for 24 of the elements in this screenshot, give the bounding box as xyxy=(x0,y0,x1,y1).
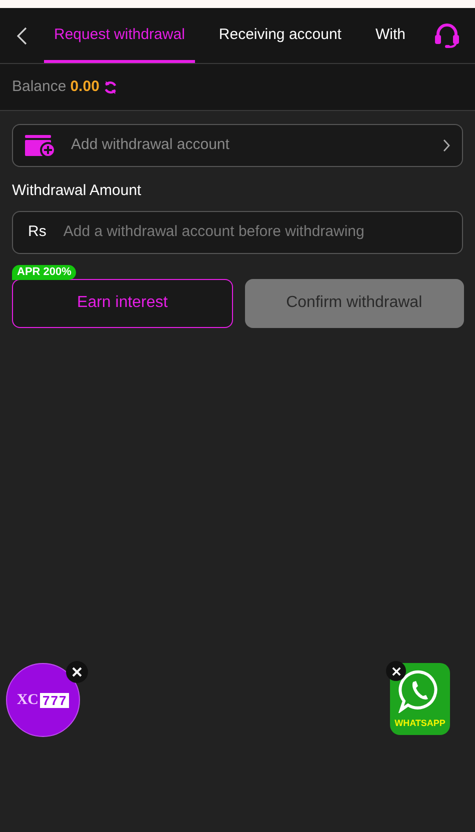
logo-digits: 777 xyxy=(40,692,70,708)
back-icon xyxy=(17,26,27,44)
close-button[interactable] xyxy=(386,661,406,681)
apr-badge: APR 200% xyxy=(12,264,76,280)
close-icon xyxy=(72,667,82,677)
amount-label: Withdrawal Amount xyxy=(12,181,142,201)
amount-field[interactable]: Rs Add a withdrawal account before withdrawing xyxy=(12,210,464,254)
balance-amount: 0.00 xyxy=(70,76,100,97)
promo-badge[interactable]: XC 777 xyxy=(6,663,80,737)
close-icon xyxy=(392,666,400,676)
earn-interest-button[interactable]: Earn interest xyxy=(12,278,233,328)
logo-text: XC xyxy=(16,690,38,710)
chevron-right-icon xyxy=(443,139,450,152)
tab[interactable]: Receiving account xyxy=(208,8,352,63)
whatsapp-widget[interactable]: WHATSAPP xyxy=(390,663,450,735)
refresh-icon[interactable] xyxy=(103,80,118,94)
wallet-plus-icon xyxy=(25,134,55,156)
tab[interactable]: With xyxy=(365,8,416,63)
add-account-row[interactable]: Add withdrawal account xyxy=(12,124,464,167)
balance-label: Balance xyxy=(12,76,66,97)
headset-icon[interactable] xyxy=(433,22,462,48)
amount-input[interactable]: Add a withdrawal account before withdrawing xyxy=(63,220,448,244)
close-button[interactable] xyxy=(66,661,88,683)
currency-symbol: Rs xyxy=(28,222,46,242)
